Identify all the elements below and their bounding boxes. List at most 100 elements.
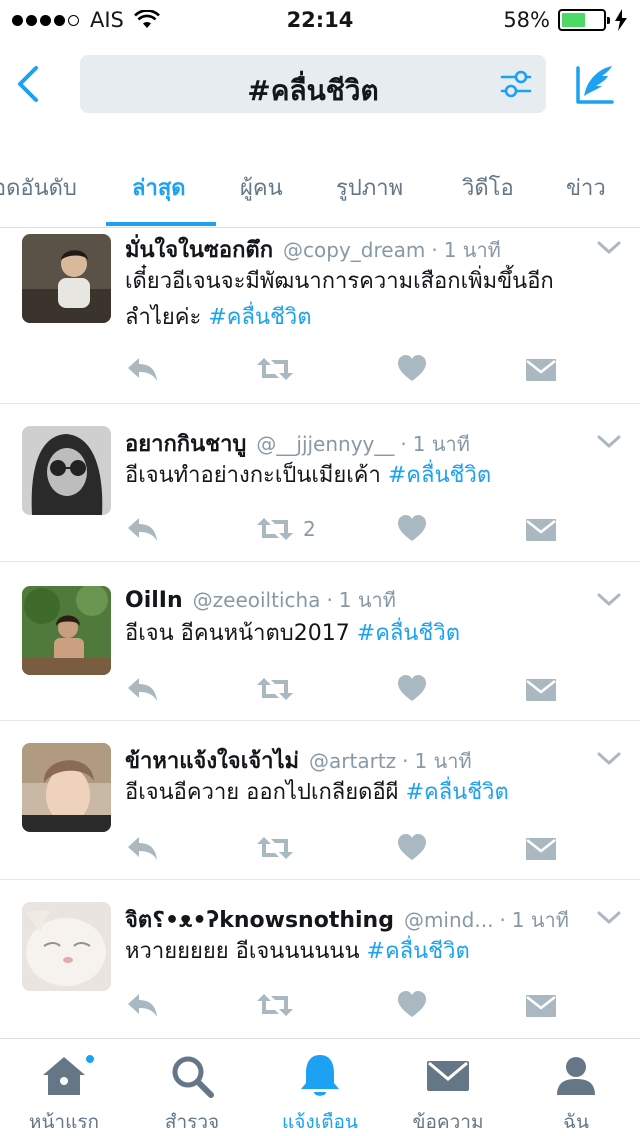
tabbar-messages[interactable]: ข้อความ	[384, 1051, 512, 1136]
tweet[interactable]: ข้าหาแจ้งใจเจ้าไม่ @artartz · 1 นาที อีเ…	[0, 721, 640, 880]
tweet-author-name[interactable]: อยากกินชาบู	[125, 426, 246, 461]
tab-photos[interactable]: รูปภาพ	[336, 170, 403, 205]
search-filter-button[interactable]	[500, 69, 532, 99]
reply-button[interactable]	[125, 988, 161, 1022]
separator-dot: ·	[499, 908, 506, 932]
hashtag-link[interactable]: #คลื่นชีวิต	[208, 305, 311, 330]
tabbar-notifications[interactable]: แจ้งเตือน	[256, 1051, 384, 1136]
tweet-text-fragment: หวายยยยย อีเจนนนนนน	[125, 939, 367, 964]
direct-message-button[interactable]	[525, 672, 557, 706]
tweet-timestamp: 1 นาที	[443, 238, 501, 262]
search-tabs: ยอดอันดับ ล่าสุด ผู้คน รูปภาพ วิดีโอ ข่า…	[0, 140, 640, 228]
tweet-text-line: เดี๋ยวอีเจนจะมีพัฒนาการความเสือกเพิ่มขึ้…	[125, 269, 554, 294]
direct-message-button[interactable]	[525, 512, 557, 546]
avatar[interactable]	[22, 902, 111, 991]
active-tab-indicator	[106, 222, 216, 226]
separator-dot: ·	[431, 238, 438, 262]
chevron-down-icon[interactable]	[596, 910, 622, 926]
charging-bolt-icon	[615, 9, 627, 31]
search-query: #คลื่นชีวิต	[247, 74, 379, 107]
hashtag-link[interactable]: #คลื่นชีวิต	[406, 780, 509, 805]
sliders-icon	[500, 70, 532, 98]
tab-people[interactable]: ผู้คน	[240, 170, 283, 205]
tweet-author-name[interactable]: OilIn	[125, 588, 183, 613]
tweet-text-fragment: อีเจน อีคนหน้าตบ2017	[125, 621, 357, 646]
tweet-text-line: หวายยยยย อีเจนนนนนน #คลื่นชีวิต	[125, 934, 610, 970]
tweet-handle[interactable]: @copy_dream	[283, 238, 425, 262]
tweet[interactable]: OilIn @zeeoilticha · 1 นาที อีเจน อีคนหน…	[0, 562, 640, 721]
tweet-handle[interactable]: @zeeoilticha	[193, 588, 321, 612]
direct-message-button[interactable]	[525, 831, 557, 865]
hashtag-link[interactable]: #คลื่นชีวิต	[357, 621, 460, 646]
tweet-actions	[125, 352, 595, 386]
like-button[interactable]	[397, 831, 427, 865]
retweet-button[interactable]	[255, 672, 295, 706]
direct-message-button[interactable]	[525, 988, 557, 1022]
dm-envelope-icon	[526, 359, 556, 381]
bottom-tab-bar: หน้าแรก สำรวจ แจ้งเตือน ข้อความ ฉัน	[0, 1038, 640, 1136]
tweet-author-name[interactable]: มั่นใจในซอกตึก	[125, 232, 273, 267]
retweet-button[interactable]	[255, 988, 295, 1022]
like-button[interactable]	[397, 672, 427, 706]
tweet-author-name[interactable]: จิต؟•ᴥ•ʔknowsnothing	[125, 902, 394, 937]
tweet-handle[interactable]: @artartz	[309, 749, 396, 773]
heart-icon	[398, 991, 426, 1017]
like-button[interactable]	[397, 512, 427, 546]
tweet-handle[interactable]: @__jjjennyy__	[256, 432, 394, 456]
tweet-actions: 2	[125, 512, 595, 546]
tweet-text-line: ลำไยค่ะ #คลื่นชีวิต	[125, 300, 610, 336]
retweet-count: 2	[303, 517, 316, 541]
tweet-actions	[125, 672, 595, 706]
tweet[interactable]: อยากกินชาบู @__jjjennyy__ · 1 นาที อีเจน…	[0, 404, 640, 562]
avatar[interactable]	[22, 586, 111, 675]
compose-feather-icon	[576, 66, 614, 104]
tab-latest[interactable]: ล่าสุด	[132, 170, 186, 205]
chevron-down-icon[interactable]	[596, 434, 622, 450]
chevron-down-icon[interactable]	[596, 240, 622, 256]
status-right: 58%	[503, 8, 628, 32]
tabbar-label: แจ้งเตือน	[282, 1111, 358, 1133]
tabbar-explore[interactable]: สำรวจ	[128, 1051, 256, 1136]
tweet-author-name[interactable]: ข้าหาแจ้งใจเจ้าไม่	[125, 743, 299, 778]
tweet-actions	[125, 988, 595, 1022]
tweet-timeline: มั่นใจในซอกตึก @copy_dream · 1 นาที เดี๋…	[0, 228, 640, 1038]
tweet-timestamp: 1 นาที	[412, 432, 470, 456]
hashtag-link[interactable]: #คลื่นชีวิต	[367, 939, 470, 964]
tweet-handle[interactable]: @mind...	[404, 908, 493, 932]
reply-button[interactable]	[125, 512, 161, 546]
direct-message-button[interactable]	[525, 352, 557, 386]
retweet-button[interactable]: 2	[255, 512, 316, 546]
chevron-down-icon[interactable]	[596, 592, 622, 608]
tabbar-label: หน้าแรก	[28, 1111, 100, 1133]
tab-videos[interactable]: วิดีโอ	[462, 170, 514, 205]
like-button[interactable]	[397, 988, 427, 1022]
tweet[interactable]: จิต؟•ᴥ•ʔknowsnothing @mind... · 1 นาที ห…	[0, 880, 640, 1038]
retweet-button[interactable]	[255, 831, 295, 865]
tweet-text-line: อีเจน อีคนหน้าตบ2017 #คลื่นชีวิต	[125, 616, 610, 652]
compose-tweet-button[interactable]	[572, 62, 618, 108]
tab-news[interactable]: ข่าว	[566, 170, 606, 205]
avatar[interactable]	[22, 743, 111, 832]
tabbar-home[interactable]: หน้าแรก	[0, 1051, 128, 1136]
search-field[interactable]: #คลื่นชีวิต	[80, 55, 546, 113]
retweet-button[interactable]	[255, 352, 295, 386]
chevron-down-icon[interactable]	[596, 751, 622, 767]
tweet-header: มั่นใจในซอกตึก @copy_dream · 1 นาที	[125, 232, 590, 267]
avatar[interactable]	[22, 426, 111, 515]
reply-icon	[128, 518, 157, 541]
tabbar-me[interactable]: ฉัน	[512, 1051, 640, 1136]
reply-button[interactable]	[125, 672, 161, 706]
back-button[interactable]	[10, 60, 50, 108]
like-button[interactable]	[397, 352, 427, 386]
reply-button[interactable]	[125, 831, 161, 865]
tweet-text: หวายยยยย อีเจนนนนนน #คลื่นชีวิต	[125, 934, 610, 970]
tweet[interactable]: มั่นใจในซอกตึก @copy_dream · 1 นาที เดี๋…	[0, 228, 640, 404]
reply-button[interactable]	[125, 352, 161, 386]
separator-dot: ·	[326, 588, 333, 612]
tab-top[interactable]: ยอดอันดับ	[0, 170, 77, 205]
tweet-text: อีเจนทำอย่างกะเป็นเมียเค้า #คลื่นชีวิต	[125, 458, 610, 494]
avatar[interactable]	[22, 234, 111, 323]
envelope-icon	[427, 1061, 469, 1091]
separator-dot: ·	[400, 432, 407, 456]
hashtag-link[interactable]: #คลื่นชีวิต	[388, 463, 491, 488]
